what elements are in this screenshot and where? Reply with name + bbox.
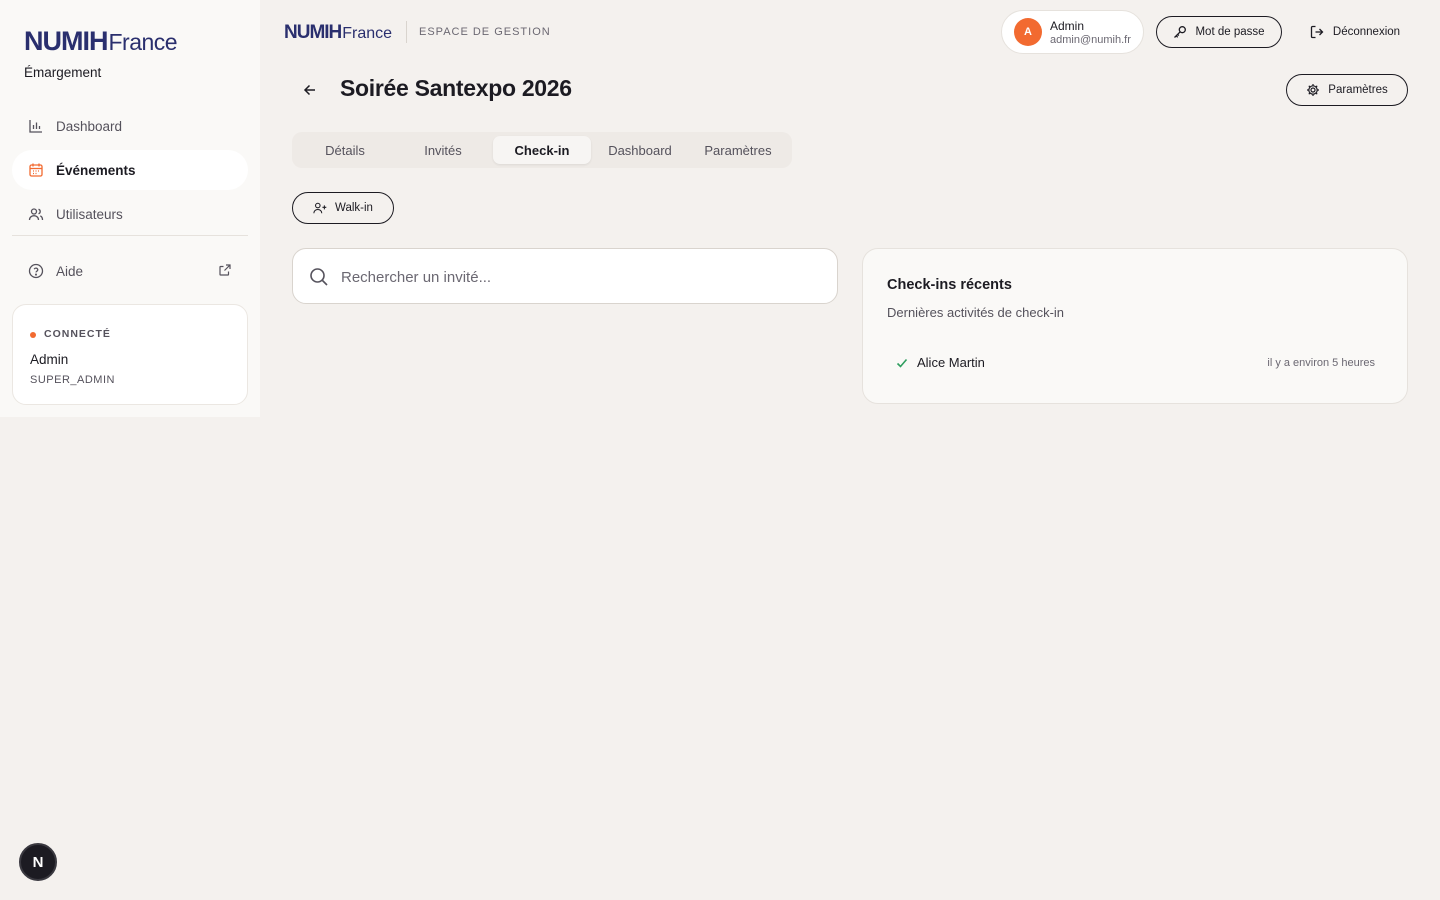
checkin-time: il y a environ 5 heures (1267, 357, 1375, 369)
bar-chart-icon (28, 118, 44, 134)
status-dot (30, 332, 36, 338)
gear-icon (1306, 83, 1320, 97)
brand-logo-france: France (108, 29, 178, 55)
sidebar-item-label: Événements (56, 162, 136, 178)
change-password-button[interactable]: Mot de passe (1156, 16, 1282, 48)
sidebar: NUMIH France Émargement Dashboard Événem… (0, 0, 260, 417)
calendar-icon (28, 162, 44, 178)
walk-in-button[interactable]: Walk-in (292, 192, 394, 224)
event-settings-button[interactable]: Paramètres (1286, 74, 1408, 106)
sidebar-item-aide[interactable]: Aide (12, 251, 248, 291)
sidebar-item-label: Aide (56, 263, 84, 279)
users-icon (28, 206, 44, 222)
key-icon (1173, 25, 1187, 39)
logout-button[interactable]: Déconnexion (1298, 16, 1412, 48)
list-item: Alice Martin il y a environ 5 heures (887, 349, 1385, 377)
search-icon (309, 267, 329, 287)
tab-dashboard[interactable]: Dashboard (591, 136, 689, 164)
arrow-left-icon (303, 84, 315, 96)
connection-status-card: CONNECTÉ Admin SUPER_ADMIN (12, 304, 248, 405)
help-circle-icon (28, 263, 44, 279)
walk-in-label: Walk-in (335, 202, 373, 214)
header-logo-france: France (342, 25, 393, 42)
page-title: Soirée Santexpo 2026 (340, 75, 572, 101)
header-separator (406, 21, 407, 43)
brand-subtitle: Émargement (24, 65, 102, 80)
sidebar-item-dashboard[interactable]: Dashboard (12, 106, 248, 146)
user-email: admin@numih.fr (1050, 34, 1131, 46)
logout-label: Déconnexion (1332, 26, 1401, 38)
tab-parametres[interactable]: Paramètres (689, 136, 787, 164)
user-name: Admin (1050, 19, 1085, 33)
external-link-icon (218, 263, 232, 277)
recent-checkins-title: Check-ins récents (887, 277, 1012, 293)
avatar: A (1014, 18, 1042, 46)
header-logo-numih: NUMIH (284, 22, 342, 43)
tab-details[interactable]: Détails (296, 136, 394, 164)
sidebar-item-label: Dashboard (56, 118, 123, 134)
user-plus-icon (313, 201, 327, 215)
change-password-label: Mot de passe (1195, 26, 1265, 38)
sidebar-item-utilisateurs[interactable]: Utilisateurs (12, 194, 248, 234)
tab-check-in[interactable]: Check-in (493, 136, 591, 164)
tab-invites[interactable]: Invités (394, 136, 492, 164)
brand-logo-numih: NUMIH (24, 26, 108, 56)
event-settings-label: Paramètres (1328, 84, 1388, 96)
sidebar-divider (12, 235, 248, 236)
check-icon (895, 356, 909, 370)
recent-checkins-card: Check-ins récents Dernières activités de… (862, 248, 1408, 404)
checkin-guest-name: Alice Martin (917, 355, 985, 370)
event-tabs: Détails Invités Check-in Dashboard Param… (292, 132, 792, 168)
user-menu[interactable]: A Admin admin@numih.fr (1001, 10, 1144, 54)
floating-n-button[interactable]: N (19, 843, 57, 881)
status-label: CONNECTÉ (44, 328, 111, 340)
logout-icon (1310, 25, 1324, 39)
brand-logo[interactable]: NUMIH France (24, 26, 178, 57)
header-logo[interactable]: NUMIH France (284, 22, 392, 44)
status-user-role: SUPER_ADMIN (30, 374, 115, 386)
sidebar-item-label: Utilisateurs (56, 206, 123, 222)
status-user-name: Admin (30, 352, 69, 367)
back-button[interactable] (298, 78, 322, 102)
header-space-label: ESPACE DE GESTION (419, 26, 551, 38)
guest-search (292, 248, 838, 304)
sidebar-item-evenements[interactable]: Événements (12, 150, 248, 190)
recent-checkins-subtitle: Dernières activités de check-in (887, 305, 1065, 320)
search-input[interactable] (341, 263, 821, 291)
